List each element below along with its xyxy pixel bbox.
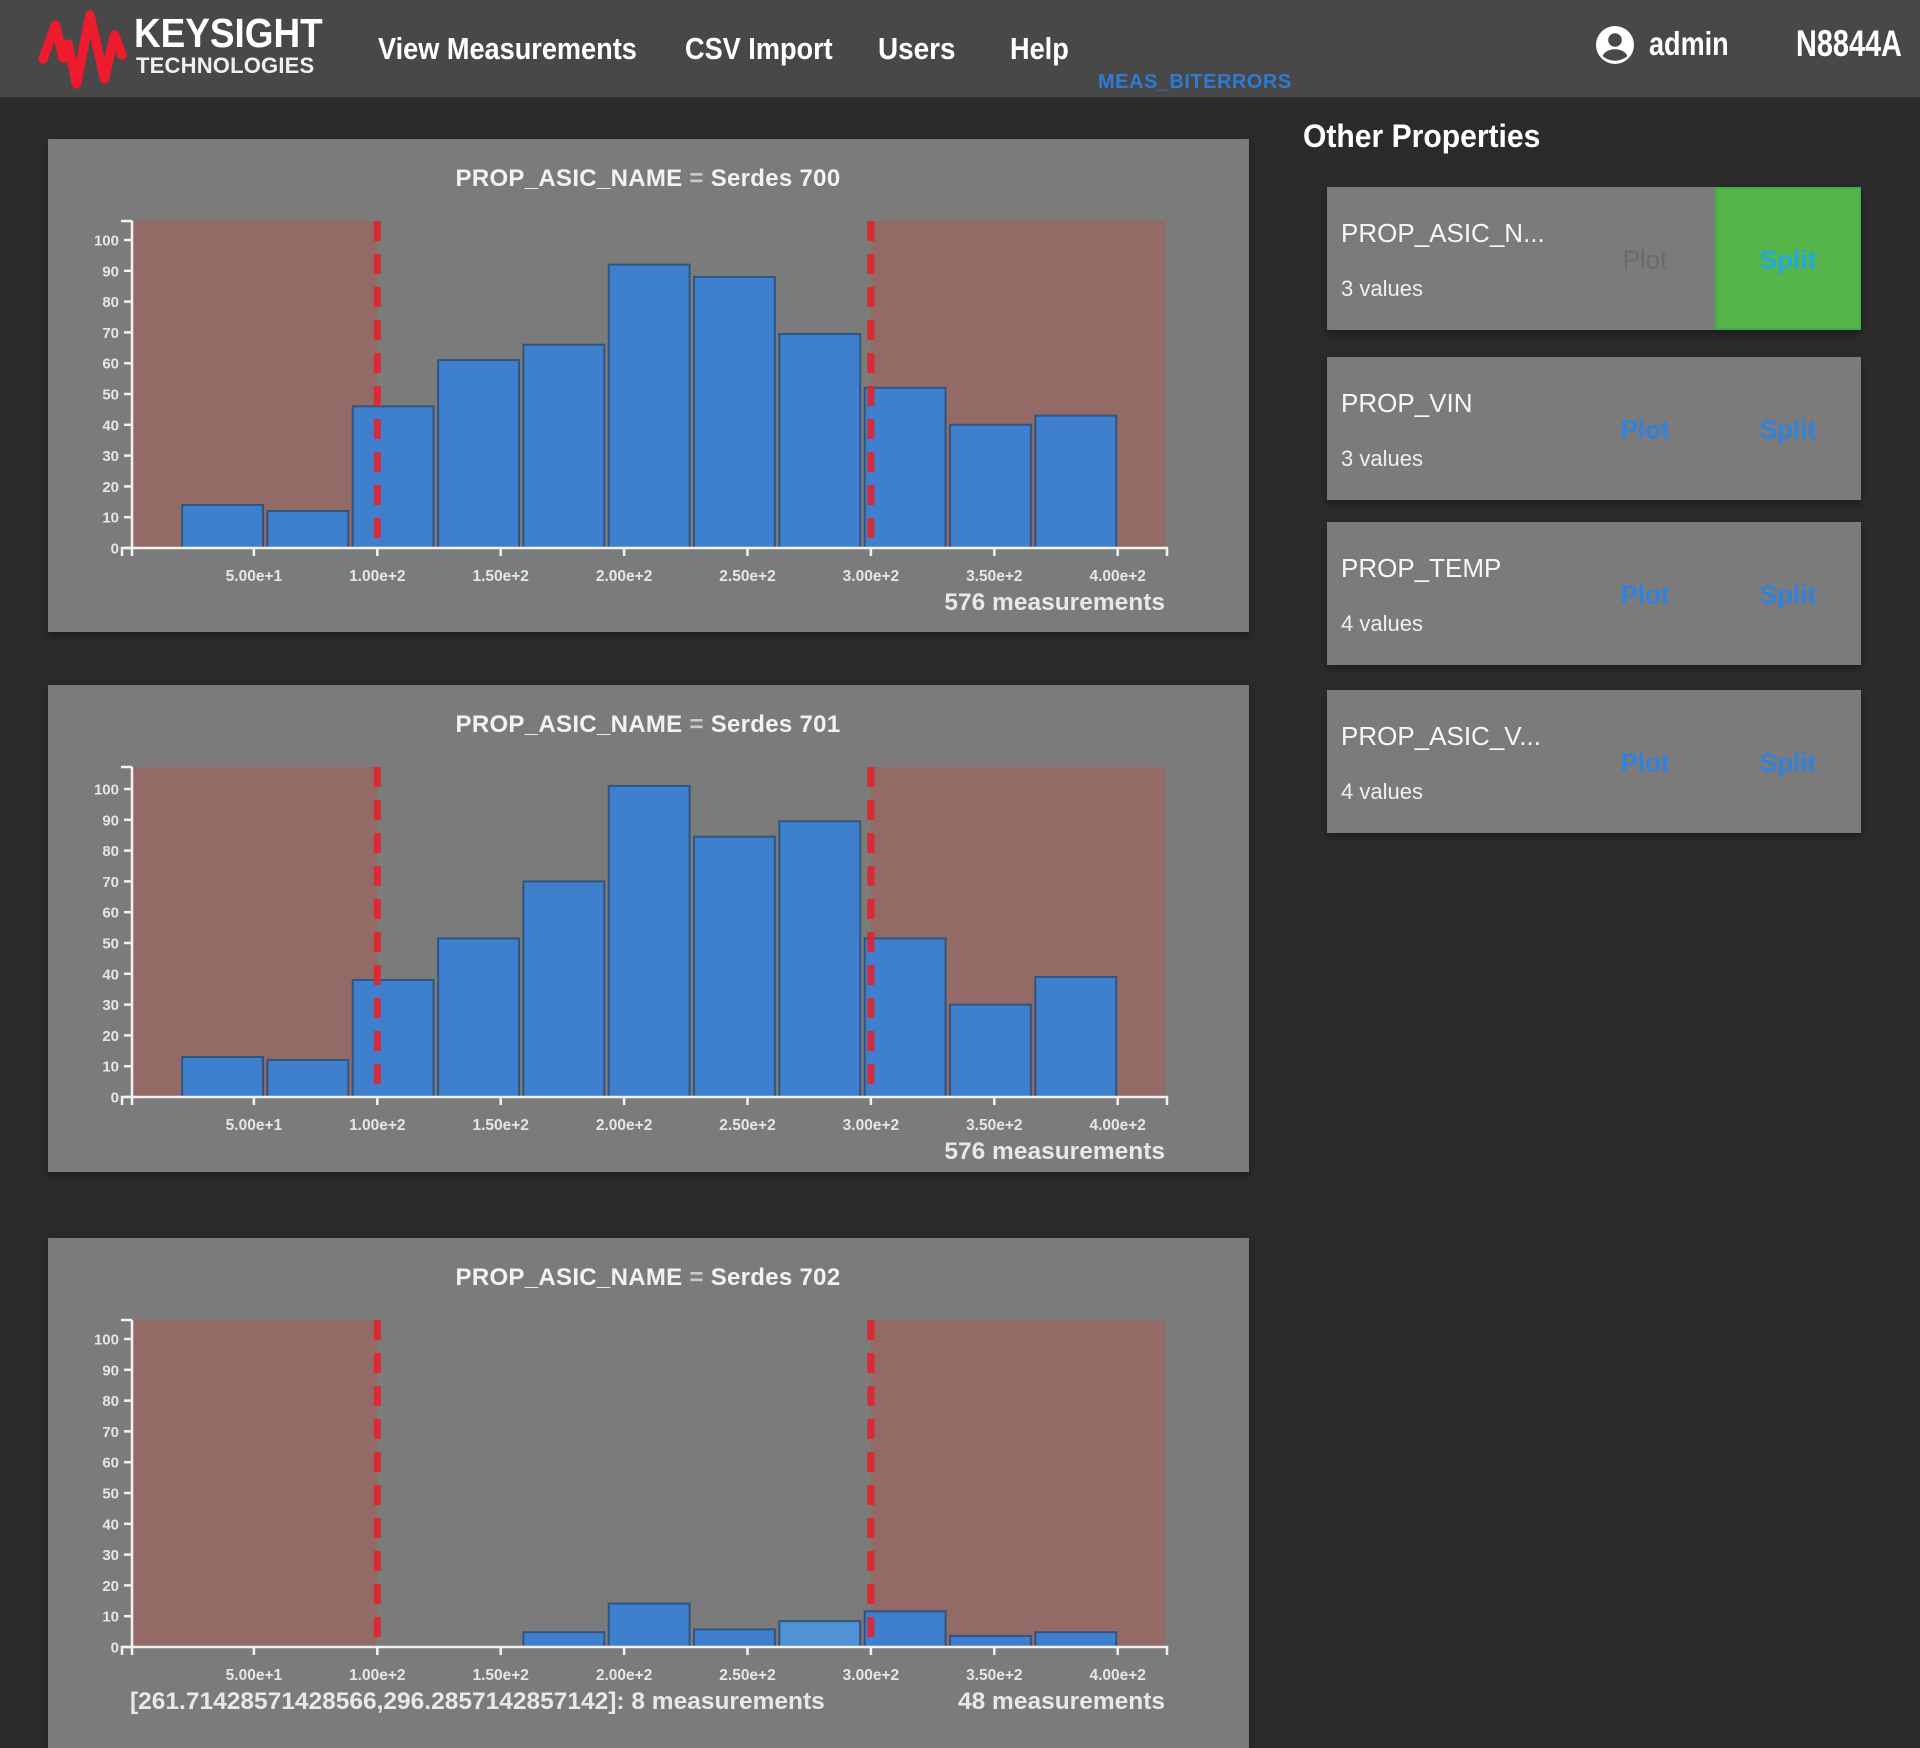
svg-text:80: 80 — [102, 294, 119, 311]
svg-text:576 measurements: 576 measurements — [944, 1138, 1165, 1165]
svg-text:PROP_ASIC_NAME = Serdes 702: PROP_ASIC_NAME = Serdes 702 — [456, 1264, 841, 1291]
svg-text:60: 60 — [102, 905, 119, 922]
svg-text:2.50e+2: 2.50e+2 — [719, 1667, 775, 1684]
svg-text:3.50e+2: 3.50e+2 — [966, 568, 1022, 585]
svg-text:50: 50 — [102, 387, 119, 404]
svg-text:90: 90 — [102, 263, 119, 280]
svg-text:70: 70 — [102, 874, 119, 891]
svg-text:40: 40 — [102, 966, 119, 983]
svg-text:100: 100 — [94, 1332, 119, 1349]
svg-text:3.50e+2: 3.50e+2 — [966, 1667, 1022, 1684]
svg-text:20: 20 — [102, 1028, 119, 1045]
svg-text:2.00e+2: 2.00e+2 — [596, 1117, 652, 1134]
svg-text:90: 90 — [102, 812, 119, 829]
svg-text:10: 10 — [102, 510, 119, 527]
svg-text:60: 60 — [102, 356, 119, 373]
svg-text:60: 60 — [102, 1455, 119, 1472]
svg-text:40: 40 — [102, 1516, 119, 1533]
svg-text:PROP_ASIC_NAME = Serdes 701: PROP_ASIC_NAME = Serdes 701 — [456, 711, 841, 738]
svg-text:5.00e+1: 5.00e+1 — [226, 568, 283, 585]
svg-text:5.00e+1: 5.00e+1 — [226, 1667, 283, 1684]
svg-text:30: 30 — [102, 448, 119, 465]
svg-text:20: 20 — [102, 1578, 119, 1595]
svg-text:2.50e+2: 2.50e+2 — [719, 1117, 775, 1134]
svg-text:0: 0 — [111, 1640, 119, 1657]
svg-text:50: 50 — [102, 936, 119, 953]
svg-text:4.00e+2: 4.00e+2 — [1089, 568, 1145, 585]
svg-text:1.50e+2: 1.50e+2 — [472, 568, 528, 585]
svg-text:70: 70 — [102, 325, 119, 342]
svg-text:10: 10 — [102, 1059, 119, 1076]
svg-text:70: 70 — [102, 1424, 119, 1441]
svg-text:1.50e+2: 1.50e+2 — [472, 1667, 528, 1684]
svg-text:3.50e+2: 3.50e+2 — [966, 1117, 1022, 1134]
svg-text:4.00e+2: 4.00e+2 — [1089, 1117, 1145, 1134]
svg-text:50: 50 — [102, 1486, 119, 1503]
svg-text:10: 10 — [102, 1609, 119, 1626]
svg-text:3.00e+2: 3.00e+2 — [843, 568, 899, 585]
svg-text:3.00e+2: 3.00e+2 — [843, 1117, 899, 1134]
svg-text:30: 30 — [102, 997, 119, 1014]
svg-text:2.50e+2: 2.50e+2 — [719, 568, 775, 585]
svg-text:1.50e+2: 1.50e+2 — [472, 1117, 528, 1134]
svg-text:3.00e+2: 3.00e+2 — [843, 1667, 899, 1684]
svg-text:2.00e+2: 2.00e+2 — [596, 568, 652, 585]
svg-text:5.00e+1: 5.00e+1 — [226, 1117, 283, 1134]
svg-text:40: 40 — [102, 417, 119, 434]
svg-text:2.00e+2: 2.00e+2 — [596, 1667, 652, 1684]
svg-text:[261.71428571428566,296.285714: [261.71428571428566,296.2857142857142]: … — [130, 1688, 825, 1715]
svg-text:4.00e+2: 4.00e+2 — [1089, 1667, 1145, 1684]
svg-text:1.00e+2: 1.00e+2 — [349, 568, 405, 585]
svg-text:1.00e+2: 1.00e+2 — [349, 1117, 405, 1134]
svg-text:80: 80 — [102, 1393, 119, 1410]
svg-text:90: 90 — [102, 1362, 119, 1379]
svg-text:48 measurements: 48 measurements — [958, 1688, 1165, 1715]
svg-text:20: 20 — [102, 479, 119, 496]
svg-text:576 measurements: 576 measurements — [944, 589, 1165, 616]
svg-text:100: 100 — [94, 782, 119, 799]
svg-text:30: 30 — [102, 1547, 119, 1564]
svg-text:1.00e+2: 1.00e+2 — [349, 1667, 405, 1684]
svg-text:80: 80 — [102, 843, 119, 860]
svg-text:PROP_ASIC_NAME = Serdes 700: PROP_ASIC_NAME = Serdes 700 — [456, 165, 841, 192]
svg-text:100: 100 — [94, 233, 119, 250]
svg-text:0: 0 — [111, 1090, 119, 1107]
svg-text:0: 0 — [111, 541, 119, 558]
